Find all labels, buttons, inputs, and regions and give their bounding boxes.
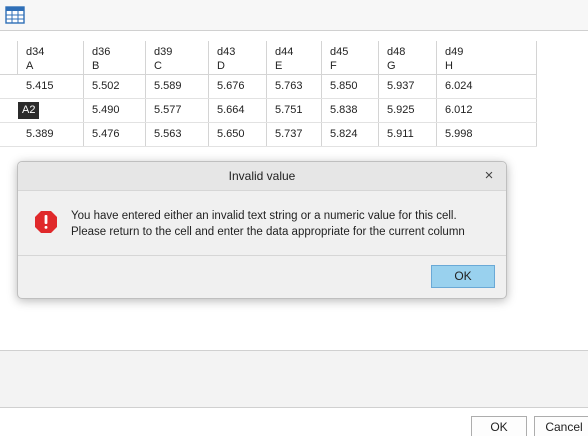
- grid-cell[interactable]: 5.925: [379, 99, 437, 122]
- grid-cell[interactable]: 5.850: [322, 75, 379, 98]
- grid-cell[interactable]: 5.824: [322, 123, 379, 146]
- grid-cell[interactable]: 5.577: [146, 99, 209, 122]
- column-letter: B: [92, 60, 100, 72]
- table-row: 5.415 5.502 5.589 5.676 5.763 5.850 5.93…: [0, 75, 537, 99]
- column-letter: F: [330, 60, 337, 72]
- column-name: d45: [330, 46, 349, 58]
- column-header-b[interactable]: d36 B: [84, 41, 146, 74]
- row-header-corner: [0, 41, 18, 74]
- column-name: d48: [387, 46, 406, 58]
- column-header-c[interactable]: d39 C: [146, 41, 209, 74]
- grid-cell[interactable]: 5.589: [146, 75, 209, 98]
- column-header-h[interactable]: d49 H: [437, 41, 537, 74]
- table-row: 5.389 5.476 5.563 5.650 5.737 5.824 5.91…: [0, 123, 537, 147]
- grid-cell[interactable]: 5.389: [0, 123, 84, 146]
- column-name: d49: [445, 46, 464, 58]
- ok-button[interactable]: OK: [471, 416, 527, 436]
- grid-cell[interactable]: 5.676: [209, 75, 267, 98]
- column-name: d43: [217, 46, 236, 58]
- grid-cell[interactable]: 5.415: [0, 75, 84, 98]
- lower-panel: [0, 350, 588, 408]
- column-name: d36: [92, 46, 111, 58]
- dialog-message-line: Please return to the cell and enter the …: [71, 226, 465, 238]
- grid-cell[interactable]: 5.737: [267, 123, 322, 146]
- column-letter: A: [26, 60, 34, 72]
- column-letter: H: [445, 60, 453, 72]
- grid-cell[interactable]: 5.911: [379, 123, 437, 146]
- active-cell[interactable]: A2: [0, 99, 84, 122]
- column-header-e[interactable]: d44 E: [267, 41, 322, 74]
- dialog-message: You have entered either an invalid text …: [71, 208, 501, 240]
- data-grid: d34 A d36 B d39 C d43 D d44 E d45 F d48 …: [0, 41, 537, 147]
- grid-cell[interactable]: 6.024: [437, 75, 537, 98]
- invalid-value-dialog: Invalid value × You have entered either …: [17, 161, 507, 299]
- grid-cell[interactable]: 5.751: [267, 99, 322, 122]
- grid-cell[interactable]: 5.563: [146, 123, 209, 146]
- grid-cell[interactable]: 5.763: [267, 75, 322, 98]
- column-letter: C: [154, 60, 162, 72]
- divider: [18, 255, 506, 256]
- cell-reference-badge: A2: [18, 102, 40, 119]
- cancel-button[interactable]: Cancel: [534, 416, 588, 436]
- column-name: d34: [26, 46, 45, 58]
- grid-cell[interactable]: 5.838: [322, 99, 379, 122]
- column-header-g[interactable]: d48 G: [379, 41, 437, 74]
- dialog-title: Invalid value: [18, 162, 506, 191]
- column-header-f[interactable]: d45 F: [322, 41, 379, 74]
- error-icon: [35, 211, 57, 233]
- column-letter: D: [217, 60, 225, 72]
- table-row: A2 5.490 5.577 5.664 5.751 5.838 5.925 6…: [0, 99, 537, 123]
- column-name: d39: [154, 46, 173, 58]
- column-letter: G: [387, 60, 396, 72]
- grid-cell[interactable]: 6.012: [437, 99, 537, 122]
- column-header-d[interactable]: d43 D: [209, 41, 267, 74]
- dialog-button-bar: OK Cancel: [0, 408, 588, 436]
- column-letter: E: [275, 60, 283, 72]
- table-icon[interactable]: [5, 6, 25, 24]
- grid-cell[interactable]: 5.998: [437, 123, 537, 146]
- close-icon[interactable]: ×: [482, 168, 496, 183]
- toolbar: [0, 0, 588, 30]
- column-name: d44: [275, 46, 294, 58]
- grid-header-row: d34 A d36 B d39 C d43 D d44 E d45 F d48 …: [0, 41, 537, 75]
- grid-cell[interactable]: 5.490: [84, 99, 146, 122]
- column-header-a[interactable]: d34 A: [18, 41, 84, 74]
- grid-cell[interactable]: 5.476: [84, 123, 146, 146]
- grid-cell[interactable]: 5.664: [209, 99, 267, 122]
- dialog-message-line: You have entered either an invalid text …: [71, 210, 457, 222]
- grid-cell[interactable]: 5.937: [379, 75, 437, 98]
- grid-cell[interactable]: 5.502: [84, 75, 146, 98]
- dialog-ok-button[interactable]: OK: [431, 265, 495, 288]
- grid-cell[interactable]: 5.650: [209, 123, 267, 146]
